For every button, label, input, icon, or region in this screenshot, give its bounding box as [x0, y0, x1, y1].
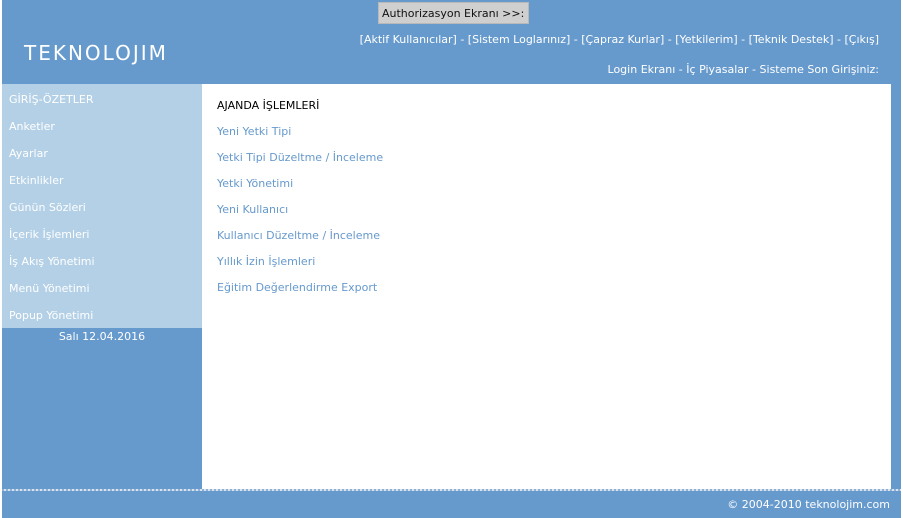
system-logs-link[interactable]: [Sistem Loglarınız]: [468, 33, 570, 46]
sidebar-item-icerik-islemleri[interactable]: İçerik İşlemleri: [2, 221, 202, 248]
sidebar-item-etkinlikler[interactable]: Etkinlikler: [2, 167, 202, 194]
sidebar-item-giris-ozetler[interactable]: GİRİŞ-ÖZETLER: [2, 86, 202, 113]
sidebar: GİRİŞ-ÖZETLER Anketler Ayarlar Etkinlikl…: [2, 84, 202, 489]
sidebar-item-anketler[interactable]: Anketler: [2, 113, 202, 140]
current-date: Salı 12.04.2016: [58, 330, 146, 343]
login-screen-link[interactable]: Login Ekranı: [608, 63, 676, 76]
training-evaluation-export-link[interactable]: Eğitim Değerlendirme Export: [217, 281, 377, 294]
active-users-link[interactable]: [Aktif Kullanıcılar]: [360, 33, 457, 46]
top-links: [Aktif Kullanıcılar] - [Sistem Loglarını…: [359, 33, 879, 46]
page-title: AJANDA İŞLEMLERİ: [217, 99, 320, 112]
copyright: © 2004-2010 teknolojim.com: [727, 498, 890, 511]
technical-support-link[interactable]: [Teknik Destek]: [749, 33, 834, 46]
logout-link[interactable]: [Çıkış]: [845, 33, 879, 46]
main-content: AJANDA İŞLEMLERİ Yeni Yetki Tipi Yetki T…: [202, 84, 891, 489]
sidebar-item-menu-yonetimi[interactable]: Menü Yönetimi: [2, 275, 202, 302]
annual-leave-link[interactable]: Yıllık İzin İşlemleri: [217, 255, 315, 268]
new-permission-type-link[interactable]: Yeni Yetki Tipi: [217, 125, 291, 138]
logo: TEKNOLOJIM: [24, 41, 168, 65]
edit-user-link[interactable]: Kullanıcı Düzeltme / İnceleme: [217, 229, 380, 242]
sidebar-item-gunun-sozleri[interactable]: Günün Sözleri: [2, 194, 202, 221]
sidebar-item-ayarlar[interactable]: Ayarlar: [2, 140, 202, 167]
right-strip: [891, 84, 901, 489]
authorization-screen-button[interactable]: Authorizasyon Ekranı >>:: [378, 2, 529, 24]
cross-rates-link[interactable]: [Çapraz Kurlar]: [581, 33, 664, 46]
sidebar-item-popup-yonetimi[interactable]: Popup Yönetimi: [2, 302, 202, 329]
sidebar-item-is-akis-yonetimi[interactable]: İş Akış Yönetimi: [2, 248, 202, 275]
my-permissions-link[interactable]: [Yetkilerim]: [675, 33, 737, 46]
sidebar-menu: GİRİŞ-ÖZETLER Anketler Ayarlar Etkinlikl…: [2, 84, 202, 328]
header: Authorizasyon Ekranı >>: TEKNOLOJIM [Akt…: [2, 0, 901, 84]
last-login-label: Sisteme Son Girişiniz:: [759, 63, 879, 76]
sub-links: Login Ekranı - İç Piyasalar - Sisteme So…: [607, 63, 879, 76]
new-user-link[interactable]: Yeni Kullanıcı: [217, 203, 288, 216]
domestic-markets-link[interactable]: İç Piyasalar: [686, 63, 748, 76]
edit-permission-type-link[interactable]: Yetki Tipi Düzeltme / İnceleme: [217, 151, 383, 164]
permission-management-link[interactable]: Yetki Yönetimi: [217, 177, 293, 190]
footer: © 2004-2010 teknolojim.com: [2, 491, 901, 518]
